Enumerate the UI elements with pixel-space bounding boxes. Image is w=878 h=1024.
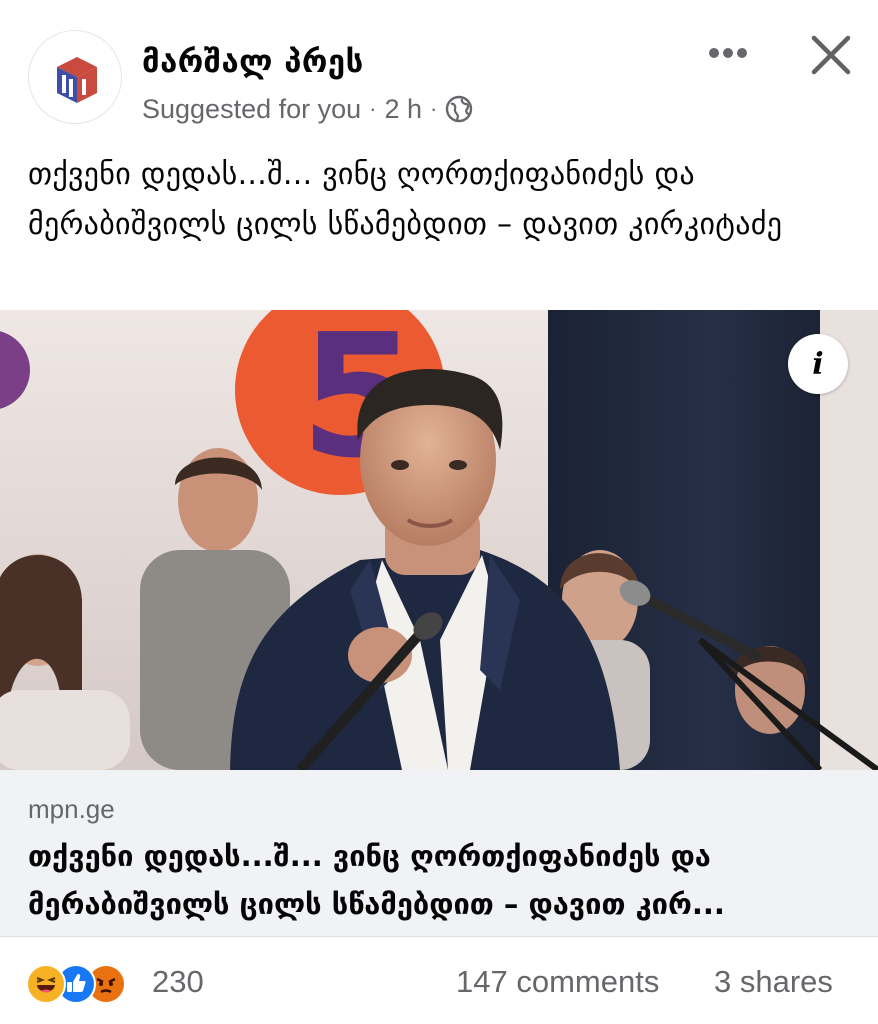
meta-separator: · [430,96,438,121]
page-logo-icon [57,57,97,103]
globe-icon [445,95,473,123]
more-options-icon[interactable] [704,38,752,68]
shares-count[interactable]: 3 shares [714,964,833,1000]
link-preview-image[interactable]: 5 [0,310,878,770]
suggested-label: Suggested for you [142,93,362,124]
haha-icon [26,964,66,1004]
meta-separator: · [369,96,377,121]
post-meta: Suggested for you · 2 h · [142,92,473,126]
info-button[interactable]: i [788,334,848,394]
post-time[interactable]: 2 h [384,94,422,125]
feed-post: მარშალ პრეს Suggested for you · 2 h · თქ… [0,0,878,1024]
post-caption: თქვენი დედას...შ... ვინც ღორთქიფანიძეს დ… [28,157,783,242]
reaction-icons[interactable] [26,964,146,1004]
link-preview[interactable]: mpn.ge თქვენი დედას...შ... ვინც ღორთქიფა… [0,770,878,937]
link-domain: mpn.ge [28,794,115,824]
link-title[interactable]: თქვენი დედას...შ... ვინც ღორთქიფანიძეს დ… [28,832,858,928]
page-avatar[interactable] [28,30,122,124]
comments-count[interactable]: 147 comments [456,964,659,1000]
engagement-bar: 230 147 comments 3 shares [0,940,878,1024]
speaker-photo: 5 [0,310,878,770]
close-icon[interactable] [808,32,854,78]
post-header: მარშალ პრეს Suggested for you · 2 h · [0,0,878,140]
reaction-count[interactable]: 230 [152,964,204,1000]
page-name[interactable]: მარშალ პრეს [142,44,364,80]
